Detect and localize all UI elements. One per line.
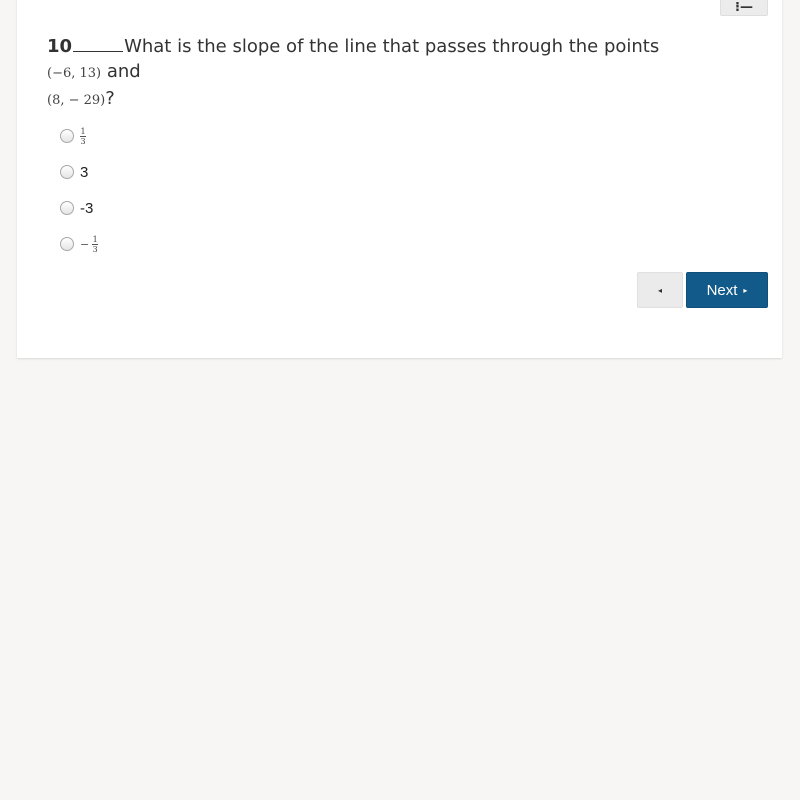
numerator: 1 xyxy=(80,126,86,136)
fraction: 1 3 xyxy=(92,234,99,254)
previous-button[interactable]: ◂ xyxy=(637,272,683,308)
triangle-right-icon: ▸ xyxy=(743,285,748,295)
next-button[interactable]: Next ▸ xyxy=(686,272,768,308)
option-label: -3 xyxy=(80,199,94,217)
radio-button[interactable] xyxy=(60,129,74,143)
point-2: (8, − 29) xyxy=(47,93,106,108)
next-label: Next xyxy=(706,281,738,299)
fraction: 1 3 xyxy=(80,127,86,146)
question-end: ? xyxy=(105,88,115,109)
triangle-left-icon: ◂ xyxy=(657,285,662,295)
question-prompt: 10 What is the slope of the line that pas… xyxy=(47,34,747,113)
minus-sign: − xyxy=(80,237,90,251)
answer-blank xyxy=(73,35,124,52)
radio-button[interactable] xyxy=(60,165,74,179)
list-icon: ⁝— xyxy=(735,0,753,15)
toolbar-button[interactable]: ⁝— xyxy=(720,0,768,16)
option-label: 3 xyxy=(80,163,89,181)
question-connector: and xyxy=(106,61,141,82)
numerator: 1 xyxy=(92,234,98,244)
answer-options: 1 3 3 -3 − 1 3 xyxy=(60,118,99,262)
point-1: (−6, 13) xyxy=(47,66,102,81)
denominator: 3 xyxy=(80,136,86,146)
option-neg-one-third[interactable]: − 1 3 xyxy=(60,226,99,262)
option-neg-3[interactable]: -3 xyxy=(60,190,98,226)
denominator: 3 xyxy=(92,244,98,254)
question-number: 10 xyxy=(47,36,73,57)
radio-button[interactable] xyxy=(60,237,74,251)
question-text: What is the slope of the line that passe… xyxy=(124,36,660,57)
radio-button[interactable] xyxy=(60,201,74,215)
option-3[interactable]: 3 xyxy=(60,154,98,190)
option-one-third[interactable]: 1 3 xyxy=(60,118,98,154)
